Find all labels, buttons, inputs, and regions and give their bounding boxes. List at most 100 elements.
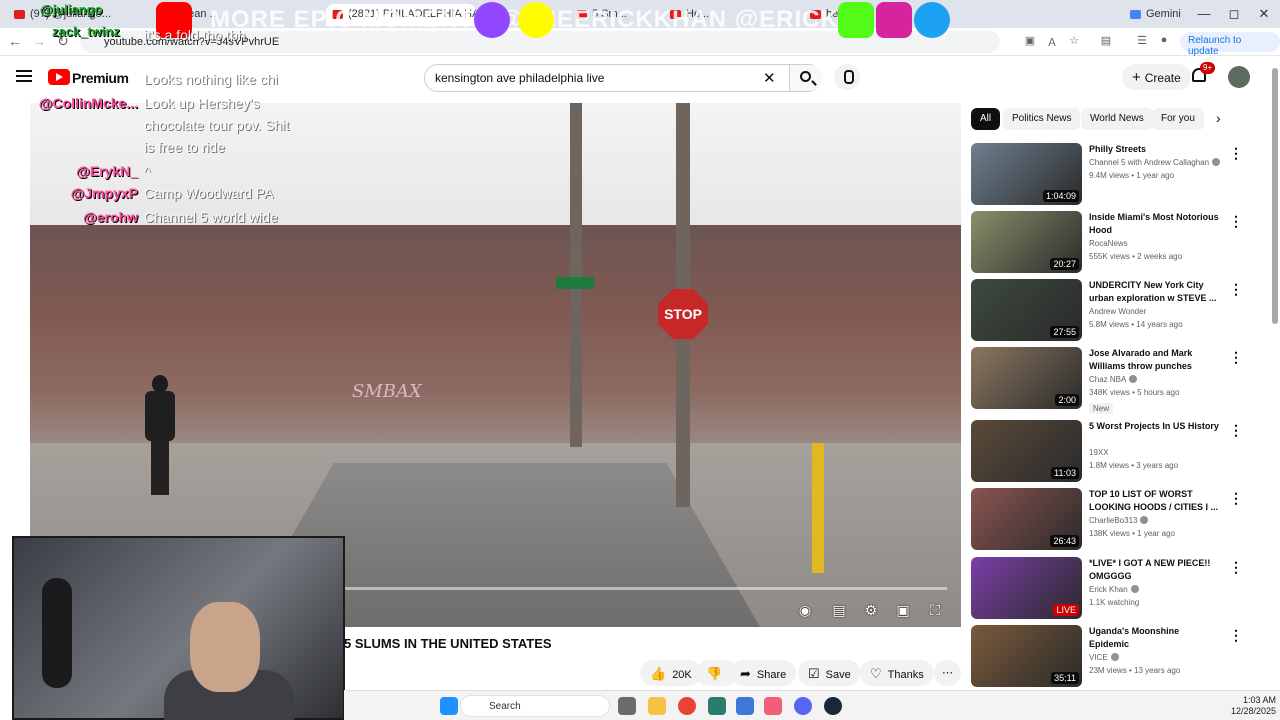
screen: (97) @juliango... Lean ... (2821) PHILAD… <box>0 0 1280 720</box>
app-icon[interactable] <box>736 697 754 715</box>
channel-name[interactable]: RocaNews <box>1089 239 1239 248</box>
twitch-social-icon <box>474 2 510 38</box>
create-button[interactable]: + Create <box>1122 64 1191 90</box>
channel-name[interactable]: VICE <box>1089 653 1239 662</box>
channel-name[interactable]: Andrew Wonder <box>1089 307 1239 316</box>
recommendation-card[interactable]: 27:55 UNDERCITY New York City urban explo… <box>971 279 1261 343</box>
steam-icon[interactable] <box>824 697 842 715</box>
recommendation-card[interactable]: LIVE *LIVE* I GOT A NEW PIECE!! OMGGGG Eri… <box>971 557 1261 621</box>
recommendation-title[interactable]: UNDERCITY New York City urban exploratio… <box>1089 279 1219 305</box>
account-avatar[interactable] <box>1228 66 1250 88</box>
search-icon <box>800 71 811 82</box>
discord-icon[interactable] <box>794 697 812 715</box>
video-meta: 348K views • 5 hours ago <box>1089 388 1180 397</box>
video-thumbnail[interactable]: 26:43 <box>971 488 1082 550</box>
channel-name-text: Andrew Wonder <box>1089 307 1147 316</box>
youtube-brand-label: Premium <box>72 70 129 86</box>
share-button[interactable]: ➦ Share <box>730 660 797 686</box>
chat-text: ^ <box>144 163 151 179</box>
channel-name[interactable]: CharlieBo313 <box>1089 516 1239 525</box>
settings-gear-icon[interactable]: ⚙ <box>860 599 882 621</box>
thanks-button[interactable]: ♡ Thanks <box>860 660 934 686</box>
more-actions-button[interactable]: ⋯ <box>934 660 961 686</box>
channel-name[interactable]: Chaz NBA <box>1089 375 1239 384</box>
page-scrollbar-thumb[interactable] <box>1272 68 1278 324</box>
recommendation-title[interactable]: 5 Worst Projects In US History <box>1089 420 1219 433</box>
more-options-icon[interactable]: ⋮ <box>1229 422 1243 439</box>
more-options-icon[interactable]: ⋮ <box>1229 627 1243 644</box>
banner-text: MORE EPIC MOMENTS @THEERICKKHAN @ERICKKH… <box>210 6 913 33</box>
chrome-icon[interactable] <box>678 697 696 715</box>
video-thumbnail[interactable]: 11:03 <box>971 420 1082 482</box>
verified-check-icon <box>1110 653 1119 661</box>
create-label: Create <box>1144 71 1181 85</box>
search-input[interactable] <box>435 71 755 85</box>
more-options-icon[interactable]: ⋮ <box>1229 213 1243 230</box>
more-options-icon[interactable]: ⋮ <box>1229 281 1243 298</box>
video-thumbnail[interactable]: 20:27 <box>971 211 1082 273</box>
search-button[interactable] <box>789 65 823 91</box>
more-options-icon[interactable]: ⋮ <box>1229 349 1243 366</box>
recommendation-card[interactable]: 11:03 5 Worst Projects In US History 19XX 1… <box>971 420 1261 484</box>
more-options-icon[interactable]: ⋮ <box>1229 490 1243 507</box>
video-thumbnail[interactable]: LIVE <box>971 557 1082 619</box>
recommendation-title[interactable]: Uganda's Moonshine Epidemic <box>1089 625 1219 651</box>
channel-name[interactable]: Erick Khan <box>1089 585 1239 594</box>
more-options-icon[interactable]: ⋮ <box>1229 145 1243 162</box>
microphone-figure <box>42 578 72 688</box>
thanks-icon: ♡ <box>870 666 882 681</box>
recommendation-card[interactable]: 2:00 Jose Alvarado and Mark Williams thro… <box>971 347 1261 414</box>
share-label: Share <box>756 669 787 681</box>
clear-search-icon[interactable]: ✕ <box>763 69 776 87</box>
recommendation-title[interactable]: Jose Alvarado and Mark Williams throw pu… <box>1089 347 1219 373</box>
more-options-icon[interactable]: ⋮ <box>1229 559 1243 576</box>
fullscreen-icon[interactable]: ⛶ <box>924 599 946 621</box>
utility-pole <box>570 103 582 447</box>
verified-check-icon <box>1140 516 1149 524</box>
recommendation-title[interactable]: Philly Streets <box>1089 143 1219 156</box>
music-icon[interactable] <box>764 697 782 715</box>
app-icon[interactable] <box>708 697 726 715</box>
chip-world-news[interactable]: World News <box>1081 108 1153 130</box>
recommendation-title[interactable]: *LIVE* I GOT A NEW PIECE!! OMGGGG <box>1089 557 1219 583</box>
taskbar-search[interactable]: Search <box>460 695 610 717</box>
chip-politics-news[interactable]: Politics News <box>1003 108 1081 130</box>
duration-badge: 1:04:09 <box>1042 190 1079 202</box>
video-thumbnail[interactable]: 2:00 <box>971 347 1082 409</box>
autoplay-toggle-icon[interactable]: ◉ <box>794 599 816 621</box>
video-thumbnail[interactable]: 35:11 <box>971 625 1082 687</box>
save-button[interactable]: ☑ Save <box>798 660 861 686</box>
youtube-logo-icon[interactable] <box>48 69 70 85</box>
recommendation-title[interactable]: Inside Miami's Most Notorious Hood <box>1089 211 1219 237</box>
start-icon[interactable] <box>440 697 458 715</box>
chip-for-you[interactable]: For you <box>1152 108 1204 130</box>
chevron-right-icon[interactable]: › <box>1216 110 1221 126</box>
channel-name-text: Chaz NBA <box>1089 375 1127 384</box>
video-title: 5 SLUMS IN THE UNITED STATES <box>344 636 552 651</box>
video-thumbnail[interactable]: 1:04:09 <box>971 143 1082 205</box>
chat-text: is free to ride <box>144 139 225 155</box>
duration-badge: 35:11 <box>1051 672 1079 684</box>
chat-username: @JmpyxP <box>70 185 138 201</box>
recommendation-card[interactable]: 26:43 TOP 10 LIST OF WORST LOOKING HOODS … <box>971 488 1261 552</box>
recommendation-card[interactable]: 1:04:09 Philly Streets Channel 5 with Andr… <box>971 143 1261 207</box>
menu-icon[interactable] <box>16 70 32 82</box>
duration-badge: 26:43 <box>1050 535 1079 547</box>
recommendation-card[interactable]: 20:27 Inside Miami's Most Notorious Hood R… <box>971 211 1261 275</box>
recommendation-title[interactable]: TOP 10 LIST OF WORST LOOKING HOODS / CIT… <box>1089 488 1219 514</box>
file-explorer-icon[interactable] <box>648 697 666 715</box>
video-meta: 1.8M views • 3 years ago <box>1089 461 1179 470</box>
channel-name[interactable]: 19XX <box>1089 448 1239 457</box>
task-view-icon[interactable] <box>618 697 636 715</box>
channel-name[interactable]: Channel 5 with Andrew Callaghan <box>1089 158 1239 167</box>
recommendation-card[interactable]: 35:11 Uganda's Moonshine Epidemic VICE 23M … <box>971 625 1261 689</box>
video-thumbnail[interactable]: 27:55 <box>971 279 1082 341</box>
subtitles-icon[interactable]: ▤ <box>828 599 850 621</box>
voice-search-icon[interactable] <box>834 64 860 90</box>
theater-mode-icon[interactable]: ▣ <box>892 599 914 621</box>
taskbar-clock[interactable]: 1:03 AM 12/28/2025 <box>1224 695 1276 717</box>
new-badge: New <box>1089 403 1114 414</box>
like-button[interactable]: 👍 20K <box>640 660 702 686</box>
chip-all[interactable]: All <box>971 108 1001 130</box>
chat-username: @ErykN_ <box>76 163 138 179</box>
